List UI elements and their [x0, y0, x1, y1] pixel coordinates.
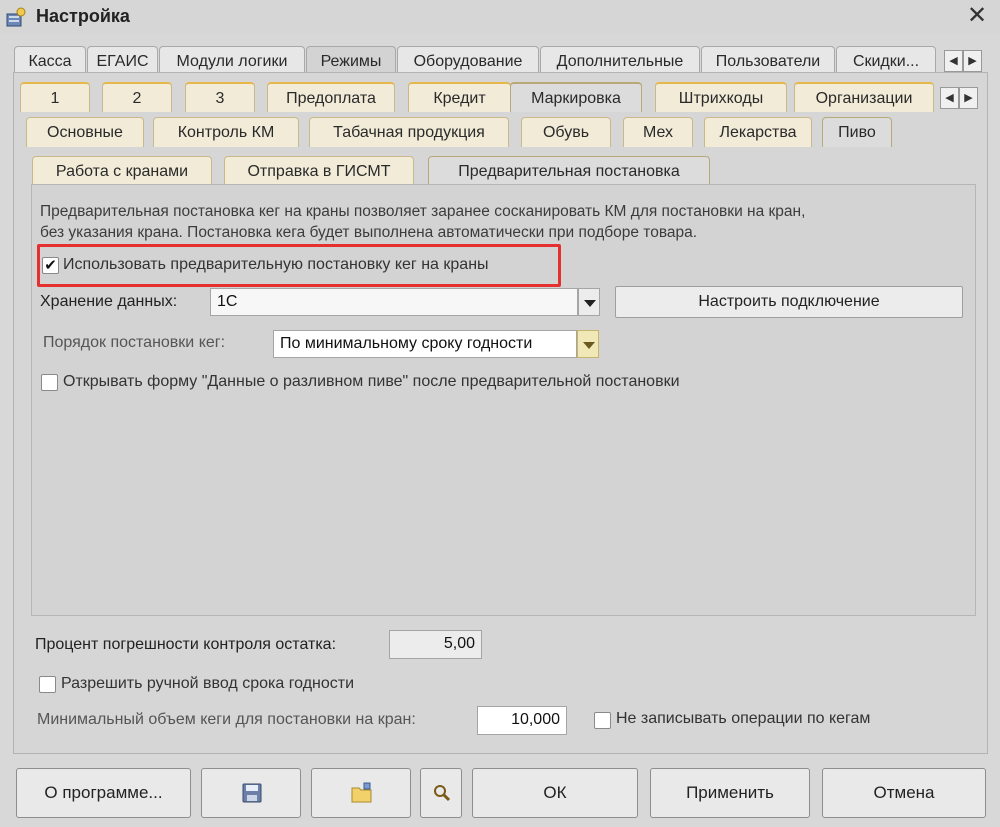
description-line-1: Предварительная постановка кег на краны … — [40, 203, 806, 220]
search-button[interactable] — [420, 768, 462, 818]
tab-medicines[interactable]: Лекарства — [704, 117, 812, 147]
modes-tabs-scroll: ◀ ▶ — [940, 87, 978, 109]
settings-icon — [6, 7, 26, 27]
tab-barcodes[interactable]: Штрихкоды — [655, 82, 787, 112]
tab-mode-3[interactable]: 3 — [185, 82, 255, 112]
tab-preregistration[interactable]: Предварительная постановка — [428, 156, 710, 186]
about-button[interactable]: О программе... — [16, 768, 191, 818]
floppy-disk-icon — [242, 783, 262, 803]
apply-button[interactable]: Применить — [650, 768, 810, 818]
save-settings-button[interactable] — [201, 768, 301, 818]
no-write-ops-checkbox[interactable] — [594, 712, 611, 729]
tab-basic[interactable]: Основные — [26, 117, 144, 147]
tab-tobacco[interactable]: Табачная продукция — [309, 117, 509, 147]
load-settings-button[interactable] — [311, 768, 411, 818]
beer-tabs: Работа с кранами Отправка в ГИСМТ Предва… — [32, 156, 722, 186]
tab-marking[interactable]: Маркировка — [510, 82, 642, 112]
folder-open-icon — [351, 782, 372, 803]
order-field[interactable]: По минимальному сроку годности — [273, 330, 577, 358]
min-volume-field[interactable]: 10,000 — [477, 706, 567, 735]
tab-mode-2[interactable]: 2 — [102, 82, 172, 112]
storage-label: Хранение данных: — [40, 293, 178, 310]
tab-mode-1[interactable]: 1 — [20, 82, 90, 112]
scroll-right-button[interactable]: ▶ — [959, 87, 978, 109]
no-write-ops-label: Не записывать операции по кегам — [616, 710, 871, 727]
tab-credit[interactable]: Кредит — [408, 82, 511, 112]
manual-expiry-checkbox[interactable] — [39, 676, 56, 693]
marking-tabs: Основные Контроль КМ Табачная продукция … — [26, 117, 976, 147]
order-dropdown-button[interactable] — [577, 330, 599, 358]
cancel-button[interactable]: Отмена — [822, 768, 986, 818]
main-tabs-scroll: ◀ ▶ — [944, 50, 982, 72]
title-bar: Настройка ✕ — [0, 0, 1000, 34]
use-preregistration-label: Использовать предварительную постановку … — [63, 256, 489, 273]
modes-tabs: 1 2 3 Предоплата Кредит Маркировка Штрих… — [20, 82, 980, 112]
scroll-left-button[interactable]: ◀ — [940, 87, 959, 109]
error-percent-field[interactable]: 5,00 — [389, 630, 482, 659]
tab-beer[interactable]: Пиво — [822, 117, 892, 147]
tab-tap-work[interactable]: Работа с кранами — [32, 156, 212, 186]
tab-shoes[interactable]: Обувь — [521, 117, 611, 147]
tab-organizations[interactable]: Организации — [794, 82, 934, 112]
chevron-right-icon: ▶ — [968, 55, 977, 67]
tab-prepayment[interactable]: Предоплата — [267, 82, 395, 112]
storage-dropdown-button[interactable] — [578, 288, 600, 316]
close-button[interactable]: ✕ — [964, 2, 990, 30]
chevron-left-icon: ◀ — [949, 55, 958, 67]
settings-window: Настройка ✕ Касса ЕГАИС Модули логики Ре… — [0, 0, 1000, 827]
tab-fur[interactable]: Мех — [623, 117, 693, 147]
min-volume-label: Минимальный объем кеги для постановки на… — [37, 711, 416, 728]
chevron-left-icon: ◀ — [945, 92, 954, 104]
window-title: Настройка — [36, 6, 130, 26]
magnifier-icon — [434, 785, 451, 802]
scroll-right-button[interactable]: ▶ — [963, 50, 982, 72]
setup-connection-button[interactable]: Настроить подключение — [615, 286, 963, 318]
preregistration-description: Предварительная постановка кег на краны … — [40, 201, 970, 243]
storage-field[interactable]: 1С — [210, 288, 578, 316]
ok-button[interactable]: ОК — [472, 768, 638, 818]
open-form-label: Открывать форму "Данные о разливном пиве… — [63, 373, 680, 390]
open-form-checkbox[interactable] — [41, 374, 58, 391]
use-preregistration-checkbox[interactable]: ✔ — [42, 257, 59, 274]
scroll-left-button[interactable]: ◀ — [944, 50, 963, 72]
tab-km-control[interactable]: Контроль КМ — [153, 117, 299, 147]
chevron-right-icon: ▶ — [964, 92, 973, 104]
description-line-2: без указания крана. Постановка кега буде… — [40, 224, 698, 241]
order-label: Порядок постановки кег: — [43, 334, 226, 351]
error-percent-label: Процент погрешности контроля остатка: — [35, 636, 337, 653]
close-icon: ✕ — [966, 2, 988, 29]
manual-expiry-label: Разрешить ручной ввод срока годности — [61, 675, 355, 692]
tab-gismt-send[interactable]: Отправка в ГИСМТ — [224, 156, 414, 186]
checkmark-icon: ✔ — [44, 257, 57, 274]
